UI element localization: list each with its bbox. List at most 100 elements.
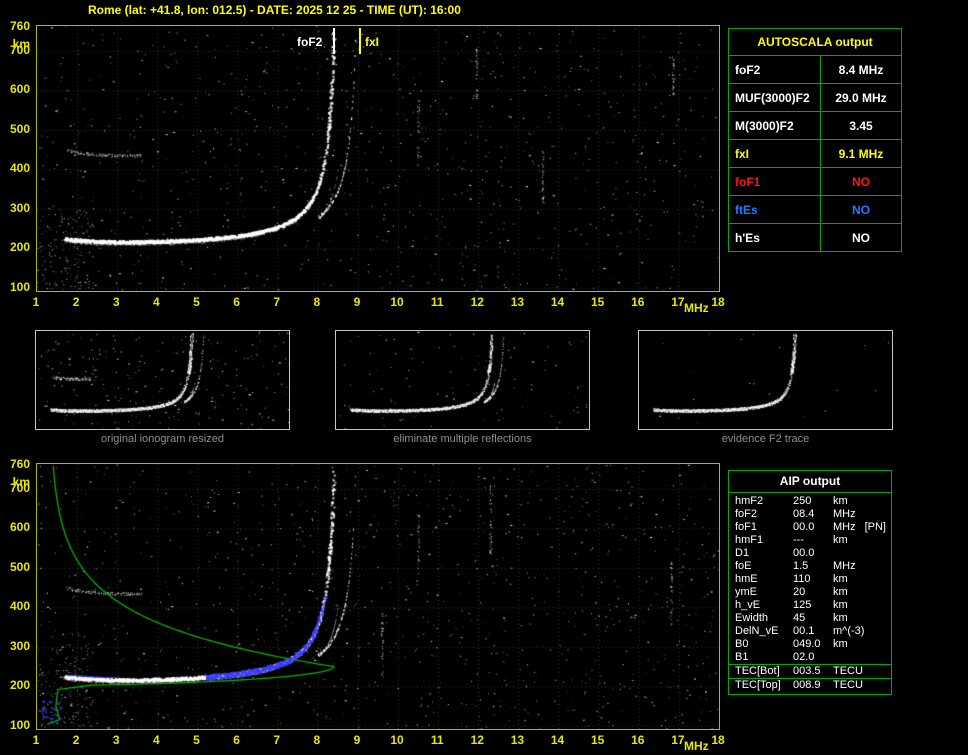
- autoscala-row-label: foF1: [729, 168, 821, 196]
- aip-row: ymE20km: [729, 586, 891, 599]
- y-tick-label: 500: [2, 560, 30, 574]
- aip-row: hmE110km: [729, 573, 891, 586]
- aip-cell: foE: [735, 560, 793, 573]
- aip-cell: B1: [735, 651, 793, 664]
- y-axis-unit-top: km: [8, 37, 30, 51]
- x-tick-label: 8: [306, 295, 328, 309]
- aip-cell: B0: [735, 638, 793, 651]
- aip-row: h_vE125km: [729, 599, 891, 612]
- aip-cell: MHz: [833, 521, 856, 534]
- autoscala-row: fxI9.1 MHz: [729, 140, 902, 168]
- x-tick-label: 9: [346, 295, 368, 309]
- aip-cell: 45: [793, 612, 833, 625]
- aip-cell: km: [833, 612, 848, 625]
- x-tick-label: 10: [386, 733, 408, 747]
- y-tick-label: 300: [2, 639, 30, 653]
- aip-row: DelN_vE00.1m^(-3): [729, 625, 891, 638]
- x-tick-label: 4: [145, 295, 167, 309]
- autoscala-row: M(3000)F23.45: [729, 112, 902, 140]
- autoscala-row-label: h'Es: [729, 224, 821, 252]
- aip-cell: foF1: [735, 521, 793, 534]
- x-tick-label: 13: [506, 295, 528, 309]
- x-tick-label: 6: [226, 733, 248, 747]
- aip-cell: h_vE: [735, 599, 793, 612]
- autoscala-row-value: NO: [821, 224, 902, 252]
- x-tick-label: 10: [386, 295, 408, 309]
- aip-output-table: AIP output hmF2250kmfoF208.4MHzfoF100.0M…: [728, 470, 892, 695]
- y-tick-label: 600: [2, 520, 30, 534]
- aip-cell: TEC[Bot]: [735, 665, 793, 678]
- autoscala-row-value: 9.1 MHz: [821, 140, 902, 168]
- y-tick-label: 400: [2, 161, 30, 175]
- aip-cell: km: [833, 495, 848, 508]
- x-axis-unit-top: MHz: [684, 301, 709, 315]
- thumbnail-original-ionogram: [35, 330, 290, 430]
- aip-cell: MHz: [833, 508, 856, 521]
- bottom-ionogram-canvas: [37, 464, 719, 729]
- aip-row: TEC[Top]008.9TECU: [729, 678, 891, 692]
- y-tick-label: 300: [2, 201, 30, 215]
- thumbnail-reflections-canvas: [336, 331, 589, 429]
- x-tick-label: 18: [707, 733, 729, 747]
- autoscala-row: foF28.4 MHz: [729, 56, 902, 84]
- autoscala-row: MUF(3000)F229.0 MHz: [729, 84, 902, 112]
- aip-cell: hmF1: [735, 534, 793, 547]
- top-ionogram-panel: foF2 fxI: [36, 25, 720, 292]
- aip-cell: 250: [793, 495, 833, 508]
- x-tick-label: 11: [426, 733, 448, 747]
- aip-cell: km: [833, 534, 848, 547]
- autoscala-row-label: ftEs: [729, 196, 821, 224]
- aip-cell: km: [833, 638, 848, 651]
- autoscala-row-label: M(3000)F2: [729, 112, 821, 140]
- y-tick-label: 500: [2, 122, 30, 136]
- aip-cell: km: [833, 586, 848, 599]
- thumbnail-caption-original: original ionogram resized: [35, 433, 290, 445]
- aip-cell: foF2: [735, 508, 793, 521]
- x-tick-label: 12: [466, 733, 488, 747]
- aip-cell: 08.4: [793, 508, 833, 521]
- x-tick-label: 7: [266, 733, 288, 747]
- autoscala-row-value: 29.0 MHz: [821, 84, 902, 112]
- x-tick-label: 12: [466, 295, 488, 309]
- x-tick-label: 14: [547, 295, 569, 309]
- aip-cell: 20: [793, 586, 833, 599]
- autoscala-row-label: MUF(3000)F2: [729, 84, 821, 112]
- aip-cell: 1.5: [793, 560, 833, 573]
- aip-row: hmF1---km: [729, 534, 891, 547]
- aip-row: TEC[Bot]003.5TECU: [729, 664, 891, 678]
- aip-row: foE1.5MHz: [729, 560, 891, 573]
- x-tick-label: 16: [627, 295, 649, 309]
- x-tick-label: 14: [547, 733, 569, 747]
- thumbnail-caption-reflections: eliminate multiple reflections: [335, 433, 590, 445]
- x-tick-label: 9: [346, 733, 368, 747]
- autoscala-table-header: AUTOSCALA output: [729, 29, 902, 56]
- autoscala-row-value: 8.4 MHz: [821, 56, 902, 84]
- aip-cell: 110: [793, 573, 833, 586]
- thumbnail-original-canvas: [36, 331, 289, 429]
- x-tick-label: 3: [105, 295, 127, 309]
- aip-cell: TECU: [833, 679, 863, 692]
- y-tick-label: 200: [2, 678, 30, 692]
- aip-cell: 02.0: [793, 651, 833, 664]
- aip-row: foF208.4MHz: [729, 508, 891, 521]
- aip-cell: D1: [735, 547, 793, 560]
- autoscala-row-label: foF2: [729, 56, 821, 84]
- x-tick-label: 15: [587, 295, 609, 309]
- x-axis-unit-bottom: MHz: [684, 739, 709, 753]
- aip-cell: 008.9: [793, 679, 833, 692]
- x-tick-label: 1: [25, 733, 47, 747]
- fxi-marker-line: [359, 28, 361, 54]
- y-axis-unit-bottom: km: [8, 475, 30, 489]
- y-tick-label: 600: [2, 82, 30, 96]
- aip-table-header: AIP output: [729, 471, 891, 493]
- x-tick-label: 13: [506, 733, 528, 747]
- autoscala-row: h'EsNO: [729, 224, 902, 252]
- top-ionogram-canvas: [37, 26, 719, 291]
- aip-cell: 125: [793, 599, 833, 612]
- thumbnail-f2-trace: [638, 330, 893, 430]
- page-title: Rome (lat: +41.8, lon: 012.5) - DATE: 20…: [88, 3, 461, 17]
- aip-cell: hmE: [735, 573, 793, 586]
- thumbnail-f2-canvas: [639, 331, 892, 429]
- bottom-ionogram-panel: [36, 463, 720, 730]
- aip-cell: 00.1: [793, 625, 833, 638]
